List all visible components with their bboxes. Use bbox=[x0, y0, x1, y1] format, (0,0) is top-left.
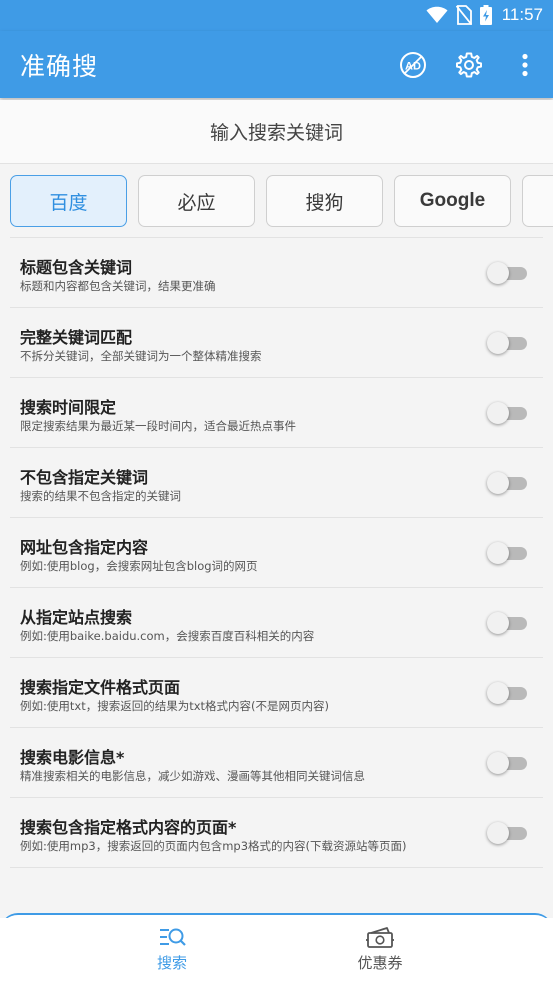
toggle-switch[interactable] bbox=[487, 542, 529, 564]
option-title-contains-keyword[interactable]: 标题包含关键词 标题和内容都包含关键词，结果更准确 bbox=[10, 237, 543, 307]
toggle-switch[interactable] bbox=[487, 262, 529, 284]
nav-tab-coupon[interactable]: 优惠券 bbox=[320, 926, 440, 973]
option-description: 例如:使用blog，会搜索网址包含blog词的网页 bbox=[20, 559, 258, 573]
option-title: 搜索指定文件格式页面 bbox=[20, 678, 181, 697]
option-title: 搜索电影信息* bbox=[20, 748, 125, 767]
ad-block-button[interactable]: AD bbox=[385, 37, 441, 93]
engine-tab-sogou[interactable]: 搜狗 bbox=[266, 175, 383, 227]
switch-thumb bbox=[487, 612, 509, 634]
nav-label: 搜索 bbox=[156, 954, 187, 972]
switch-thumb bbox=[487, 542, 509, 564]
search-options-list: 标题包含关键词 标题和内容都包含关键词，结果更准确 完整关键词匹配 不拆分关键词… bbox=[0, 237, 553, 868]
gear-icon bbox=[456, 52, 482, 77]
search-placeholder: 输入搜索关键词 bbox=[209, 122, 343, 144]
status-icons: 11:57 bbox=[426, 4, 543, 26]
option-description: 搜索的结果不包含指定的关键词 bbox=[20, 489, 181, 503]
list-divider bbox=[10, 867, 543, 868]
toggle-switch[interactable] bbox=[487, 822, 529, 844]
app-title: 准确搜 bbox=[20, 52, 99, 81]
option-title: 完整关键词匹配 bbox=[20, 328, 133, 347]
option-url-contains[interactable]: 网址包含指定内容 例如:使用blog，会搜索网址包含blog词的网页 bbox=[10, 517, 543, 587]
coupon-icon bbox=[366, 927, 394, 948]
option-exclude-keyword[interactable]: 不包含指定关键词 搜索的结果不包含指定的关键词 bbox=[10, 447, 543, 517]
option-description: 精准搜索相关的电影信息，减少如游戏、漫画等其他相同关键词信息 bbox=[20, 769, 365, 783]
status-time: 11:57 bbox=[501, 5, 543, 24]
option-description: 例如:使用txt，搜索返回的结果为txt格式内容(不是网页内容) bbox=[20, 699, 329, 713]
option-title: 搜索包含指定格式内容的页面* bbox=[20, 818, 237, 837]
no-sim-icon bbox=[455, 5, 472, 25]
toggle-switch[interactable] bbox=[487, 752, 529, 774]
toggle-switch[interactable] bbox=[487, 402, 529, 424]
option-description: 标题和内容都包含关键词，结果更准确 bbox=[20, 279, 216, 293]
option-title: 网址包含指定内容 bbox=[20, 538, 149, 557]
switch-thumb bbox=[487, 472, 509, 494]
bottom-nav: 搜索 优惠券 bbox=[0, 913, 553, 983]
option-content-format[interactable]: 搜索包含指定格式内容的页面* 例如:使用mp3，搜索返回的页面内包含mp3格式的… bbox=[10, 797, 543, 867]
switch-thumb bbox=[487, 332, 509, 354]
wifi-icon bbox=[426, 6, 448, 23]
engine-tab-bing[interactable]: 必应 bbox=[138, 175, 255, 227]
option-site-search[interactable]: 从指定站点搜索 例如:使用baike.baidu.com，会搜索百度百科相关的内… bbox=[10, 587, 543, 657]
search-input[interactable]: 输入搜索关键词 bbox=[0, 100, 553, 164]
status-bar: 11:57 bbox=[0, 0, 553, 31]
engine-tab-google[interactable]: Google bbox=[394, 175, 511, 227]
settings-button[interactable] bbox=[441, 37, 497, 93]
battery-charging-icon bbox=[479, 5, 492, 25]
engine-tab-baidu[interactable]: 百度 bbox=[10, 175, 127, 227]
switch-thumb bbox=[487, 402, 509, 424]
toggle-switch[interactable] bbox=[487, 472, 529, 494]
option-description: 限定搜索结果为最近某一段时间内，适合最近热点事件 bbox=[20, 419, 296, 433]
option-title: 标题包含关键词 bbox=[20, 258, 133, 277]
nav-tab-search[interactable]: 搜索 bbox=[112, 926, 232, 973]
option-description: 例如:使用baike.baidu.com，会搜索百度百科相关的内容 bbox=[20, 629, 315, 643]
bottom-nav-bar: 搜索 优惠券 bbox=[0, 918, 553, 983]
engine-tabs: 百度 必应 搜狗 Google bbox=[0, 165, 553, 237]
more-vert-icon bbox=[522, 53, 528, 76]
more-options-button[interactable] bbox=[497, 37, 553, 93]
option-movie-info[interactable]: 搜索电影信息* 精准搜索相关的电影信息，减少如游戏、漫画等其他相同关键词信息 bbox=[10, 727, 543, 797]
nav-label: 优惠券 bbox=[357, 954, 403, 972]
switch-thumb bbox=[487, 682, 509, 704]
search-list-icon bbox=[160, 928, 186, 946]
option-description: 不拆分关键词，全部关键词为一个整体精准搜索 bbox=[20, 349, 262, 363]
switch-thumb bbox=[487, 752, 509, 774]
app-bar: 准确搜 AD bbox=[0, 31, 553, 98]
toggle-switch[interactable] bbox=[487, 682, 529, 704]
toggle-switch[interactable] bbox=[487, 332, 529, 354]
toggle-switch[interactable] bbox=[487, 612, 529, 634]
option-exact-match[interactable]: 完整关键词匹配 不拆分关键词，全部关键词为一个整体精准搜索 bbox=[10, 307, 543, 377]
switch-thumb bbox=[487, 822, 509, 844]
option-title: 搜索时间限定 bbox=[20, 398, 117, 417]
option-file-format[interactable]: 搜索指定文件格式页面 例如:使用txt，搜索返回的结果为txt格式内容(不是网页… bbox=[10, 657, 543, 727]
switch-thumb bbox=[487, 262, 509, 284]
engine-tab-more[interactable] bbox=[522, 175, 553, 227]
option-time-limit[interactable]: 搜索时间限定 限定搜索结果为最近某一段时间内，适合最近热点事件 bbox=[10, 377, 543, 447]
app-actions: AD bbox=[385, 31, 553, 98]
option-title: 从指定站点搜索 bbox=[20, 608, 133, 627]
option-title: 不包含指定关键词 bbox=[20, 468, 149, 487]
option-description: 例如:使用mp3，搜索返回的页面内包含mp3格式的内容(下载资源站等页面) bbox=[20, 839, 407, 853]
ad-block-icon: AD bbox=[400, 51, 426, 78]
